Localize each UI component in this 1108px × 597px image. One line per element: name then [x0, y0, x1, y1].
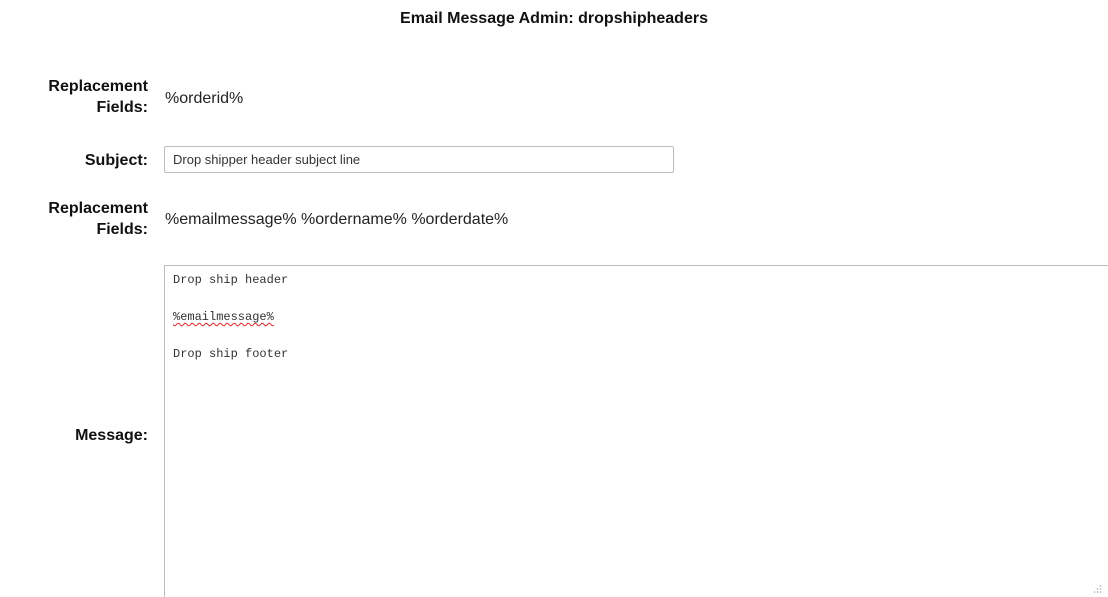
- resize-handle-icon[interactable]: [1092, 584, 1102, 594]
- message-line: %emailmessage%: [173, 310, 1100, 324]
- page-title: Email Message Admin: dropshipheaders: [400, 10, 708, 27]
- message-replacement-fields-value: %emailmessage% %ordername% %orderdate%: [165, 211, 509, 228]
- message-line: Drop ship header: [173, 273, 289, 287]
- misspelled-word: %emailmessage%: [173, 310, 274, 324]
- subject-input[interactable]: [164, 146, 674, 173]
- replacement-fields-label-line1: Replacement: [48, 78, 148, 95]
- replacement-fields-label-line2: Fields:: [96, 99, 148, 116]
- message-replacement-fields-label-line2: Fields:: [96, 221, 148, 238]
- replacement-fields-value: %orderid%: [165, 90, 244, 107]
- message-textarea[interactable]: Drop ship header %emailmessage% Drop shi…: [164, 265, 1108, 597]
- replacement-fields-label: Replacement Fields:: [48, 76, 148, 118]
- message-line: Drop ship footer: [173, 347, 289, 361]
- message-replacement-fields-label: Replacement Fields:: [48, 198, 148, 240]
- subject-label: Subject:: [84, 152, 148, 169]
- message-replacement-fields-label-line1: Replacement: [48, 200, 148, 217]
- message-label: Message:: [75, 427, 148, 444]
